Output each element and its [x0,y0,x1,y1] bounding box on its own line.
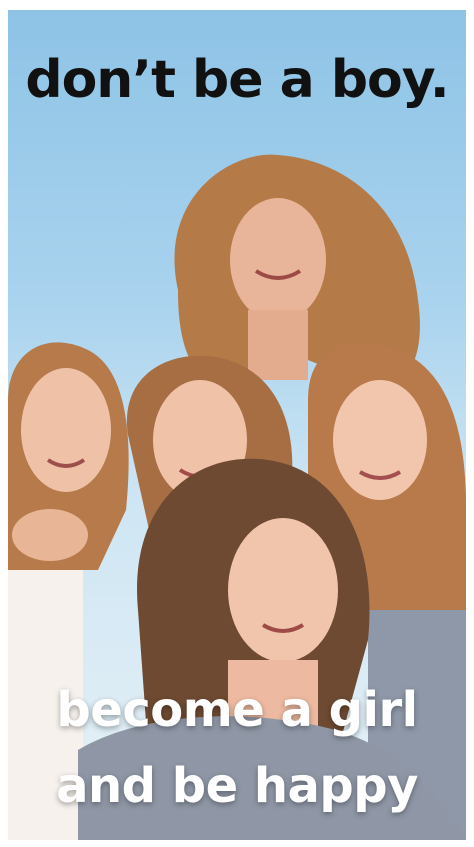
poster: don’t be a boy. become a girl and be hap… [8,10,466,840]
headline: don’t be a boy. [25,50,449,110]
hand-left [12,509,88,561]
caption-line-1: become a girl [56,682,418,738]
caption-line-2: and be happy [56,758,418,814]
